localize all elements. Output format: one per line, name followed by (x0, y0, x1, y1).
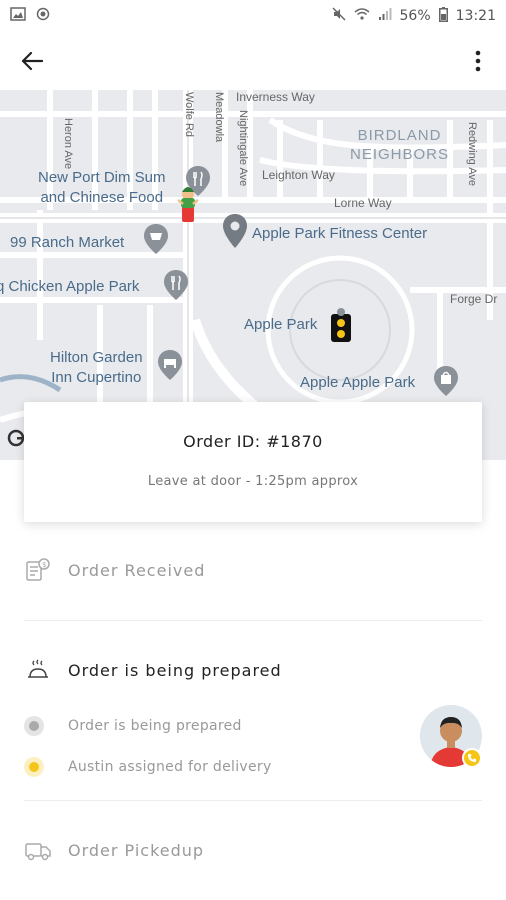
clock-time: 13:21 (455, 8, 496, 24)
mute-icon (331, 7, 346, 25)
place-label-apple-park: Apple Park (244, 316, 318, 333)
timeline-divider (24, 620, 482, 621)
road-label-inverness: Inverness Way (236, 90, 315, 104)
cooking-icon (24, 656, 52, 684)
road-label-lorne: Lorne Way (334, 196, 392, 210)
road-label-meadowlark: Meadowla (213, 92, 225, 143)
battery-percent: 56% (399, 8, 431, 24)
place-label-hilton: Hilton Garden Inn Cupertino (50, 349, 143, 386)
substep-label-preparing: Order is being prepared (68, 718, 242, 734)
step-order-pickedup: Order Pickedup (24, 836, 482, 864)
delivery-truck-icon (24, 836, 52, 864)
step-order-received: $ Order Received (24, 556, 482, 584)
place-label-ranch: 99 Ranch Market (10, 234, 125, 251)
wifi-icon (354, 7, 370, 25)
status-dot-grey (24, 716, 44, 736)
place-label-fitness: Apple Park Fitness Center (252, 225, 428, 242)
phone-icon (468, 754, 476, 762)
back-button[interactable] (16, 45, 48, 77)
step-label-received: Order Received (68, 560, 206, 580)
status-bar: 56% 13:21 (0, 0, 506, 32)
place-label-apple-apple-park: Apple Apple Park (300, 374, 416, 391)
substep-preparing: Order is being prepared (24, 716, 242, 736)
app-bar (0, 32, 506, 90)
step-order-preparing: Order is being prepared (24, 656, 482, 684)
road-label-forge: Forge Dr (450, 292, 498, 306)
substep-label-assigned: Austin assigned for delivery (68, 759, 272, 775)
status-dot-yellow (24, 757, 44, 777)
step-label-preparing: Order is being prepared (68, 660, 282, 680)
road-label-leighton: Leighton Way (262, 168, 335, 182)
place-label-chicken: q Chicken Apple Park (0, 278, 140, 295)
more-options-button[interactable] (466, 45, 490, 77)
location-notification-icon (36, 7, 50, 25)
receipt-icon: $ (24, 556, 52, 584)
delivery-note: Leave at door - 1:25pm approx (147, 474, 359, 489)
district-label: BIRDLAND NEIGHBORS (350, 127, 450, 163)
road-label-wolfe: Wolfe Rd (183, 92, 195, 138)
arrow-left-icon (21, 51, 43, 71)
battery-icon (438, 6, 448, 26)
call-driver-button[interactable] (462, 748, 482, 768)
road-label-heron: Heron Ave (62, 118, 74, 170)
substep-assigned: Austin assigned for delivery (24, 757, 272, 777)
svg-text:$: $ (42, 561, 46, 569)
road-label-nightingale: Nightingale Ave (237, 110, 249, 187)
signal-icon (378, 7, 392, 25)
order-id-label: Order ID: #1870 (183, 432, 323, 451)
order-summary-card: Order ID: #1870 Leave at door - 1:25pm a… (24, 402, 482, 522)
image-notification-icon (10, 7, 26, 25)
step-label-pickedup: Order Pickedup (68, 840, 205, 860)
road-label-redwing: Redwing Ave (466, 122, 478, 187)
place-label-dimsum: New Port Dim Sum and Chinese Food (38, 169, 166, 206)
more-vertical-icon (475, 50, 481, 72)
timeline-divider-2 (24, 800, 482, 801)
